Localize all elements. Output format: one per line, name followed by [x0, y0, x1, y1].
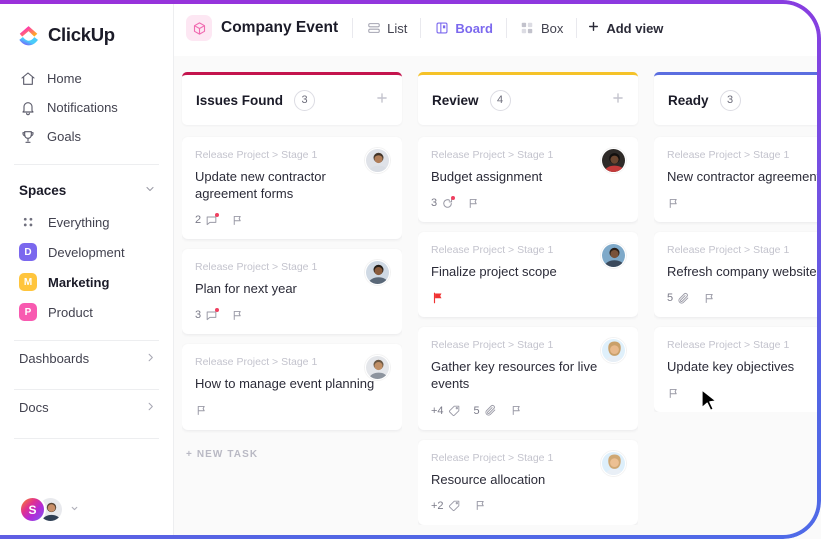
avatar: S — [19, 496, 46, 523]
decorative-frame — [0, 0, 821, 539]
clickup-app-window: ClickUp Home Notifications Goals — [0, 0, 821, 539]
